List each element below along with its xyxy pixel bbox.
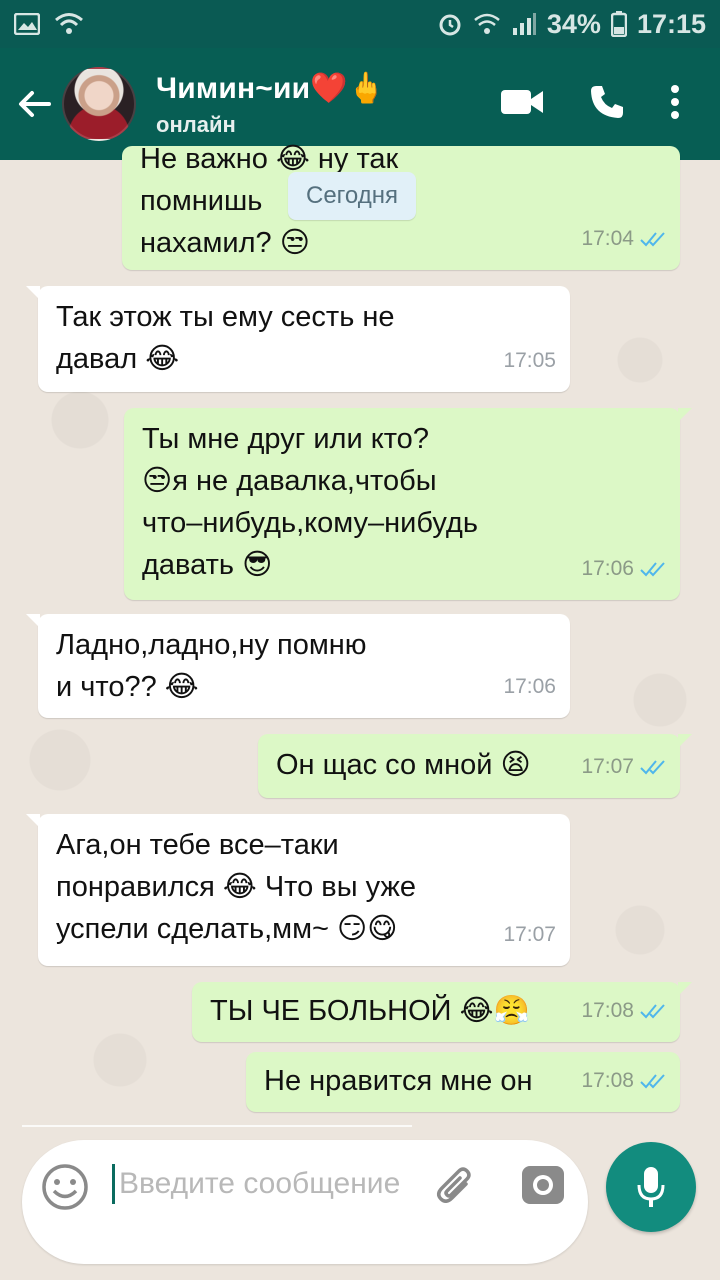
message-time: 17:04 bbox=[581, 227, 634, 250]
date-separator: Сегодня bbox=[288, 172, 416, 220]
message-line: Ага,он тебе все–таки bbox=[56, 829, 339, 861]
message-time: 17:07 bbox=[503, 923, 556, 946]
message-time: 17:06 bbox=[503, 675, 556, 698]
battery-icon bbox=[610, 11, 627, 37]
message-line: Так этож ты ему сесть не bbox=[56, 301, 395, 333]
read-ticks-icon bbox=[640, 561, 666, 577]
message-bubble[interactable]: Он щас со мной 😫 17:07 bbox=[258, 734, 692, 798]
message-bubble[interactable]: Ладно,ладно,ну помню и что?? 😂 17:06 bbox=[26, 614, 570, 718]
read-ticks-icon bbox=[640, 759, 666, 775]
voice-record-button[interactable] bbox=[606, 1142, 696, 1232]
contact-name: Чимин~ии❤️🖕 bbox=[156, 71, 386, 105]
message-line: и что?? 😂 bbox=[56, 671, 199, 703]
contact-status: онлайн bbox=[156, 111, 236, 137]
message-line: успели сделать,мм~ 😏😋 bbox=[56, 913, 398, 945]
status-bar: 34% 17:15 bbox=[0, 0, 720, 48]
read-ticks-icon bbox=[640, 1073, 666, 1089]
microphone-icon bbox=[637, 1167, 665, 1207]
message-line: 😒я не давалка,чтобы bbox=[142, 465, 437, 497]
message-time: 17:05 bbox=[503, 349, 556, 372]
voice-call-button[interactable] bbox=[588, 83, 626, 126]
message-line: что–нибудь,кому–нибудь bbox=[142, 507, 478, 539]
attach-button[interactable] bbox=[432, 1162, 480, 1217]
kebab-menu-icon bbox=[671, 84, 679, 119]
message-bubble[interactable]: Ага,он тебе все–таки понравился 😂 Что вы… bbox=[26, 814, 570, 966]
more-options-button[interactable] bbox=[670, 84, 680, 125]
video-call-button[interactable] bbox=[500, 87, 544, 122]
emoji-button[interactable] bbox=[40, 1162, 90, 1217]
message-line: Ты мне друг или кто? bbox=[142, 423, 429, 455]
phone-icon bbox=[591, 85, 623, 118]
paperclip-icon bbox=[437, 1167, 471, 1203]
message-time: 17:07 bbox=[581, 755, 634, 778]
message-bubble[interactable]: Не нравится мне он 17:08 bbox=[246, 1052, 680, 1112]
contact-avatar[interactable] bbox=[62, 67, 136, 141]
battery-percent: 34% bbox=[546, 8, 601, 39]
signal-icon bbox=[511, 12, 537, 36]
camera-button[interactable] bbox=[520, 1162, 566, 1213]
message-line: Ладно,ладно,ну помню bbox=[56, 629, 367, 661]
message-time: 17:08 bbox=[581, 999, 634, 1022]
video-camera-icon bbox=[501, 89, 543, 114]
contact-info[interactable]: Чимин~ии❤️🖕 онлайн bbox=[156, 71, 385, 138]
alarm-icon bbox=[437, 11, 463, 37]
back-button[interactable] bbox=[4, 89, 64, 119]
message-input[interactable]: Введите сообщение bbox=[112, 1164, 419, 1204]
wifi-question-icon bbox=[54, 12, 84, 36]
divider bbox=[22, 1125, 412, 1127]
message-line: давал 😂 bbox=[56, 343, 180, 375]
message-bubble[interactable]: Ты мне друг или кто? 😒я не давалка,чтобы… bbox=[124, 408, 692, 600]
message-time: 17:06 bbox=[581, 557, 634, 580]
smiley-icon bbox=[42, 1164, 88, 1210]
gallery-icon bbox=[14, 13, 40, 35]
read-ticks-icon bbox=[640, 231, 666, 247]
message-time: 17:08 bbox=[581, 1069, 634, 1092]
read-ticks-icon bbox=[640, 1003, 666, 1019]
message-composer: Введите сообщение bbox=[22, 1140, 588, 1264]
message-bubble[interactable]: Так этож ты ему сесть не давал 😂 17:05 bbox=[26, 286, 570, 392]
wifi-icon bbox=[473, 13, 501, 35]
message-line: понравился 😂 Что вы уже bbox=[56, 871, 416, 903]
camera-icon bbox=[522, 1166, 564, 1204]
message-bubble[interactable]: ТЫ ЧЕ БОЛЬНОЙ 😂😤 17:08 bbox=[192, 982, 692, 1042]
clock: 17:15 bbox=[636, 8, 706, 39]
arrow-left-icon bbox=[19, 91, 51, 117]
